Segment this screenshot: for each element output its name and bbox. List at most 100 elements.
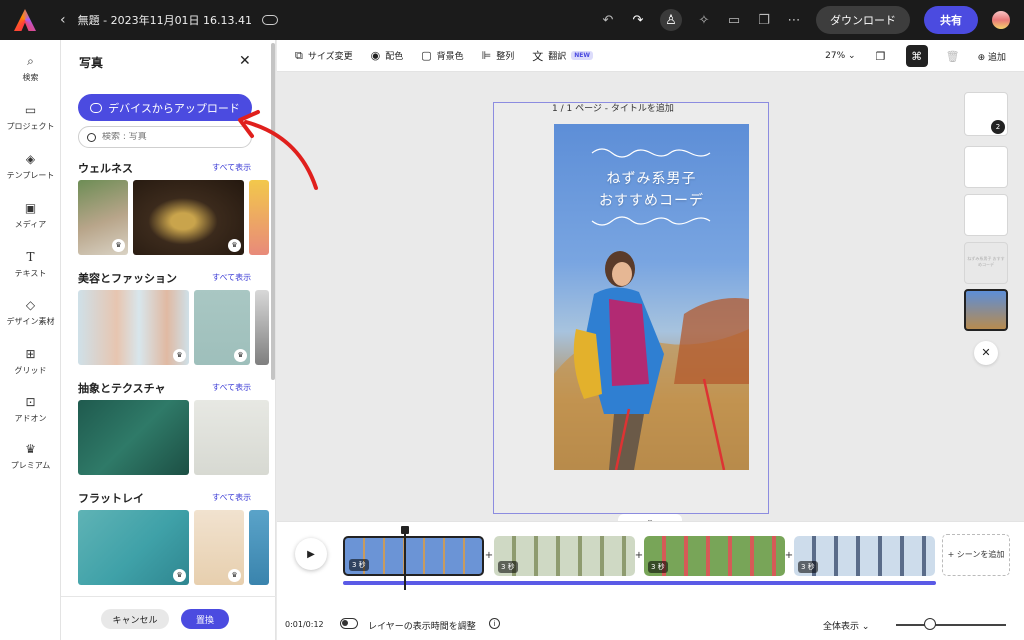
photo-thumbnail[interactable]: ♛ (78, 510, 189, 585)
avatar[interactable] (992, 11, 1010, 29)
layers-icon[interactable]: ⌘ (905, 45, 928, 67)
rail-item-search[interactable]: ⌕ 検索 (0, 54, 61, 83)
see-all-link-flatlay[interactable]: すべて表示 (212, 492, 251, 503)
layer-duration-label: レイヤーの表示時間を調整 (368, 622, 476, 632)
info-icon[interactable]: i (489, 618, 500, 629)
timeline: ▶ 3 秒 + 3 秒 + 3 秒 + 3 秒 + シーンを追加 0:01/0:… (277, 521, 1024, 640)
photo-thumbnail[interactable]: ♛ (78, 180, 128, 255)
photo-thumbnail[interactable]: ♛ (194, 290, 250, 365)
align-button[interactable]: ⊫ 整列 (482, 49, 515, 62)
more-icon[interactable]: ⋯ (786, 12, 802, 28)
resize-button[interactable]: ⧉ サイズ変更 (295, 49, 353, 63)
upload-from-device-button[interactable]: デバイスからアップロード (78, 94, 252, 121)
rail-item-addons[interactable]: ⊡ アドオン (0, 395, 61, 424)
crown-icon: ♛ (25, 442, 36, 456)
translate-button[interactable]: 文翻訳 NEW (532, 48, 594, 64)
replace-button[interactable]: 置換 (181, 609, 229, 629)
scene-clip[interactable]: 3 秒 (494, 536, 635, 576)
premium-crown-icon: ♛ (234, 349, 247, 362)
playhead[interactable] (401, 526, 409, 590)
document-title[interactable]: 無題 - 2023年11月01日 16.13.41 (78, 12, 252, 28)
search-input[interactable] (102, 132, 242, 142)
scene-clip[interactable]: 3 秒 (343, 536, 484, 576)
chevron-down-icon: ⌄ (861, 622, 870, 632)
rail-item-design-assets[interactable]: ◇ デザイン素材 (0, 298, 61, 327)
redo-icon[interactable]: ↷ (630, 12, 646, 28)
play-button[interactable]: ▶ (295, 538, 327, 570)
page-thumbnail[interactable] (964, 146, 1008, 188)
editor-toolbar: ⧉ サイズ変更 ◉ 配色 ▢ 背景色 ⊫ 整列 文翻訳 NEW 27% ⌄ ❐ ⌘ 🗑 ⊕… (277, 40, 1024, 72)
top-bar: ‹ 無題 - 2023年11月01日 16.13.41 ↶ ↷ ♙ ✧ ▭ ❐ … (0, 0, 1024, 40)
trash-icon[interactable]: 🗑 (942, 45, 964, 67)
page-thumbnail-active[interactable] (964, 289, 1008, 331)
layer-duration-toggle[interactable] (340, 618, 358, 629)
rail-item-text[interactable]: T テキスト (0, 250, 61, 279)
close-icon[interactable]: ✕ (974, 341, 998, 365)
poster-image[interactable]: ねずみ系男子 おすすめコーデ (554, 124, 749, 470)
invite-user-icon[interactable]: ♙ (660, 9, 682, 31)
undo-icon[interactable]: ↶ (600, 12, 616, 28)
palette-button[interactable]: ◉ 配色 (371, 49, 404, 62)
timeline-progress-bar[interactable] (343, 581, 936, 585)
zoom-select[interactable]: 27% ⌄ (825, 51, 855, 61)
adobe-express-logo[interactable] (14, 9, 36, 31)
panel-title: 写真 (79, 56, 104, 70)
align-icon: ⊫ (481, 49, 492, 62)
section-title-beauty-fashion: 美容とファッション (78, 272, 177, 285)
photo-thumbnail[interactable] (194, 400, 269, 475)
scene-clip[interactable]: 3 秒 (644, 536, 785, 576)
photo-thumbnail[interactable] (78, 400, 189, 475)
page-thumbnail[interactable]: ねずみ系男子 おすすめコーデ (964, 242, 1008, 284)
panel-scrollbar[interactable] (271, 43, 275, 380)
see-all-link-beauty[interactable]: すべて表示 (212, 272, 251, 283)
plus-circle-icon: ⊕ (977, 52, 986, 63)
addon-icon: ⊡ (25, 395, 36, 409)
cloud-upload-icon (90, 102, 103, 113)
translate-icon: 文 (532, 49, 544, 63)
timeline-zoom-slider-handle[interactable] (924, 618, 936, 630)
premium-crown-icon: ♛ (173, 349, 186, 362)
close-icon[interactable]: ✕ (239, 53, 251, 69)
chat-icon[interactable]: ❐ (756, 12, 772, 28)
photo-thumbnail[interactable]: ♛ (194, 510, 244, 585)
cancel-button[interactable]: キャンセル (101, 609, 169, 629)
photo-thumbnail[interactable] (249, 510, 269, 585)
view-all-select[interactable]: 全体表示 ⌄ (823, 619, 869, 632)
premium-crown-icon: ♛ (112, 239, 125, 252)
pages-icon[interactable]: ❐ (870, 45, 892, 67)
left-rail: ⌕ 検索 ▭ プロジェクト ◈ テンプレート ▣ メディア T テキスト ◇ デザイン素材 … (0, 40, 61, 640)
add-page-button[interactable]: ⊕ 追加 (978, 50, 1006, 63)
premium-crown-icon: ♛ (228, 569, 241, 582)
timeline-zoom-slider[interactable] (896, 624, 1006, 626)
scene-clip[interactable]: 3 秒 (794, 536, 935, 576)
comment-icon[interactable]: ▭ (726, 12, 742, 28)
template-icon: ◈ (25, 152, 36, 166)
page-thumbnail[interactable]: 2 (964, 92, 1008, 136)
background-color-button[interactable]: ▢ 背景色 (421, 49, 463, 62)
section-title-wellness: ウェルネス (78, 162, 133, 175)
add-scene-button[interactable]: + シーンを追加 (942, 534, 1010, 576)
page-thumbnail[interactable] (964, 194, 1008, 236)
panel-footer: キャンセル 置換 (61, 596, 276, 640)
rail-item-templates[interactable]: ◈ テンプレート (0, 152, 61, 181)
photo-thumbnail[interactable]: ♛ (78, 290, 189, 365)
download-button[interactable]: ダウンロード (816, 6, 910, 34)
premium-crown-icon: ♛ (173, 569, 186, 582)
share-button[interactable]: 共有 (924, 6, 978, 34)
resize-icon: ⧉ (295, 48, 303, 62)
photo-thumbnail[interactable]: ♛ (133, 180, 244, 255)
rail-item-premium[interactable]: ♛ プレミアム (0, 442, 61, 471)
folder-icon: ▭ (24, 103, 37, 117)
see-all-link-abstract[interactable]: すべて表示 (212, 382, 251, 393)
lightbulb-icon[interactable]: ✧ (696, 12, 712, 28)
rail-item-projects[interactable]: ▭ プロジェクト (0, 103, 61, 132)
photo-search[interactable] (78, 126, 252, 148)
rail-item-media[interactable]: ▣ メディア (0, 201, 61, 230)
back-icon[interactable]: ‹ (60, 12, 66, 28)
page-title[interactable]: 1 / 1 ページ - タイトルを追加 (552, 101, 674, 114)
photo-thumbnail[interactable] (255, 290, 269, 365)
section-title-abstract-texture: 抽象とテクスチャ (78, 382, 166, 395)
rail-item-grid[interactable]: ⊞ グリッド (0, 347, 61, 376)
shapes-icon: ◇ (25, 298, 36, 312)
search-icon (87, 132, 96, 142)
